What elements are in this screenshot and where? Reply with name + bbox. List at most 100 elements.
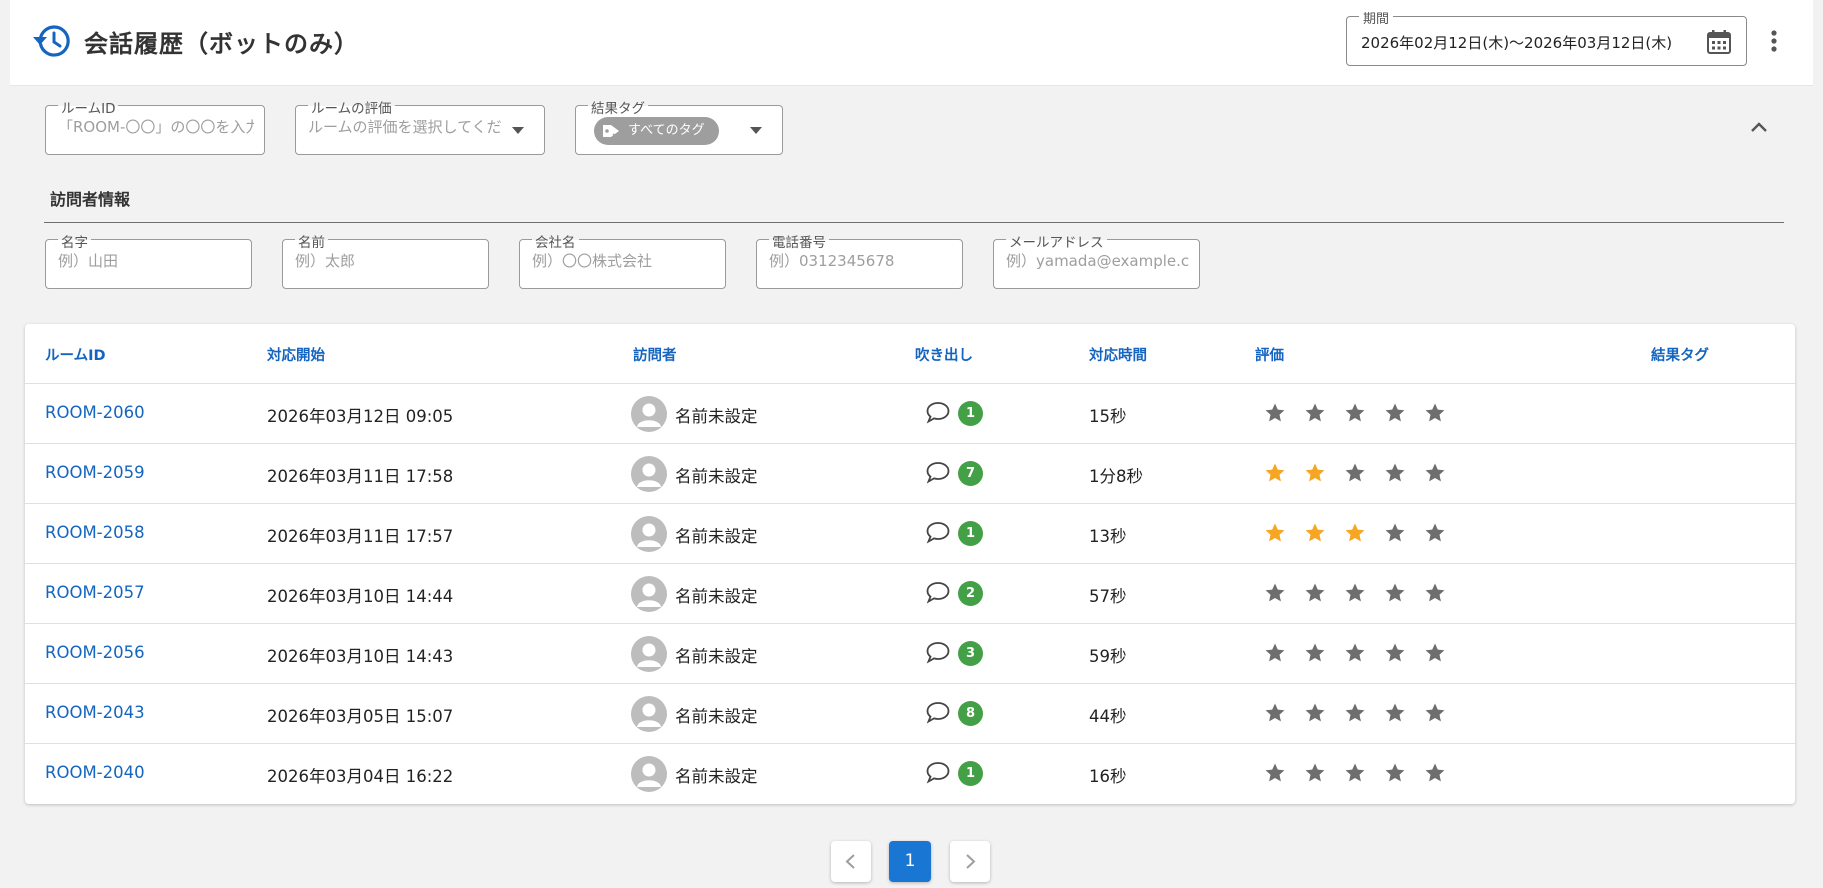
rating-label: ルームの評価 — [308, 97, 395, 117]
chevron-down-icon[interactable] — [750, 127, 762, 134]
phone-field[interactable]: 電話番号 — [756, 231, 963, 289]
star-icon[interactable] — [1383, 641, 1407, 665]
star-icon[interactable] — [1343, 581, 1367, 605]
star-icon[interactable] — [1423, 761, 1447, 785]
star-icon[interactable] — [1263, 701, 1287, 725]
calendar-icon[interactable] — [1706, 29, 1732, 55]
star-icon[interactable] — [1303, 641, 1327, 665]
start-time: 2026年03月11日 17:57 — [267, 527, 454, 546]
table-row[interactable]: ROOM-2040 2026年03月04日 16:22 名前未設定 1 16秒 — [25, 744, 1795, 804]
star-icon[interactable] — [1263, 581, 1287, 605]
table-row[interactable]: ROOM-2043 2026年03月05日 15:07 名前未設定 8 44秒 — [25, 684, 1795, 744]
email-field[interactable]: メールアドレス — [993, 231, 1200, 289]
room-id-link[interactable]: ROOM-2056 — [45, 643, 145, 662]
chat-bubble-icon — [926, 702, 950, 724]
star-icon[interactable] — [1383, 581, 1407, 605]
star-icon[interactable] — [1343, 641, 1367, 665]
page-1-button[interactable]: 1 — [889, 841, 931, 882]
person-avatar-icon — [631, 516, 667, 552]
star-icon[interactable] — [1303, 761, 1327, 785]
room-id-field[interactable]: ルームID — [45, 97, 265, 155]
last-name-input[interactable] — [58, 252, 241, 270]
star-icon[interactable] — [1263, 461, 1287, 485]
star-icon[interactable] — [1383, 521, 1407, 545]
star-icon[interactable] — [1263, 521, 1287, 545]
star-icon[interactable] — [1423, 521, 1447, 545]
start-time: 2026年03月04日 16:22 — [267, 767, 454, 786]
star-icon[interactable] — [1303, 461, 1327, 485]
duration: 1分8秒 — [1089, 467, 1143, 486]
room-id-link[interactable]: ROOM-2058 — [45, 523, 145, 542]
star-icon[interactable] — [1343, 401, 1367, 425]
first-name-input[interactable] — [295, 252, 478, 270]
col-bubbles[interactable]: 吹き出し — [915, 344, 973, 365]
chevron-right-icon — [966, 854, 976, 869]
col-rating[interactable]: 評価 — [1255, 344, 1284, 365]
bubble-count-badge: 1 — [958, 521, 983, 546]
person-avatar-icon — [631, 696, 667, 732]
star-icon[interactable] — [1343, 701, 1367, 725]
star-icon[interactable] — [1263, 761, 1287, 785]
phone-input[interactable] — [769, 252, 952, 270]
star-icon[interactable] — [1423, 461, 1447, 485]
star-icon[interactable] — [1343, 521, 1367, 545]
chevron-down-icon[interactable] — [512, 127, 524, 134]
star-icon[interactable] — [1423, 641, 1447, 665]
star-icon[interactable] — [1383, 761, 1407, 785]
email-input[interactable] — [1006, 252, 1189, 270]
visitor-name: 名前未設定 — [675, 647, 758, 666]
col-start[interactable]: 対応開始 — [267, 344, 325, 365]
star-icon[interactable] — [1383, 401, 1407, 425]
star-icon[interactable] — [1303, 521, 1327, 545]
rating-input[interactable] — [308, 118, 504, 136]
col-duration[interactable]: 対応時間 — [1089, 344, 1147, 365]
next-page-button[interactable] — [950, 841, 990, 882]
room-id-link[interactable]: ROOM-2059 — [45, 463, 145, 482]
company-input[interactable] — [532, 252, 715, 270]
star-icon[interactable] — [1423, 581, 1447, 605]
rating-select[interactable]: ルームの評価 — [295, 97, 545, 155]
header-bar: 会話履歴（ボットのみ） 期間 2026年02月12日(木)〜2026年03月12… — [10, 0, 1813, 86]
all-tags-chip[interactable]: すべてのタグ — [594, 117, 719, 145]
room-id-input[interactable] — [58, 118, 254, 136]
table-row[interactable]: ROOM-2060 2026年03月12日 09:05 名前未設定 1 15秒 — [25, 384, 1795, 444]
star-icon[interactable] — [1263, 401, 1287, 425]
table-row[interactable]: ROOM-2056 2026年03月10日 14:43 名前未設定 3 59秒 — [25, 624, 1795, 684]
table-row[interactable]: ROOM-2058 2026年03月11日 17:57 名前未設定 1 13秒 — [25, 504, 1795, 564]
prev-page-button[interactable] — [831, 841, 871, 882]
visitor-name: 名前未設定 — [675, 527, 758, 546]
star-icon[interactable] — [1303, 401, 1327, 425]
table-row[interactable]: ROOM-2059 2026年03月11日 17:58 名前未設定 7 1分8秒 — [25, 444, 1795, 504]
star-icon[interactable] — [1423, 701, 1447, 725]
room-id-link[interactable]: ROOM-2040 — [45, 763, 145, 782]
star-icon[interactable] — [1263, 641, 1287, 665]
chat-bubble-icon — [926, 522, 950, 544]
room-id-link[interactable]: ROOM-2043 — [45, 703, 145, 722]
star-icon[interactable] — [1343, 461, 1367, 485]
history-icon — [33, 25, 70, 57]
bubble-count-badge: 1 — [958, 401, 983, 426]
result-tag-select[interactable]: 結果タグ すべてのタグ — [575, 97, 783, 155]
more-vert-icon[interactable] — [1762, 27, 1786, 57]
chat-bubble-icon — [926, 462, 950, 484]
company-field[interactable]: 会社名 — [519, 231, 726, 289]
page: 会話履歴（ボットのみ） 期間 2026年02月12日(木)〜2026年03月12… — [10, 0, 1813, 888]
person-avatar-icon — [631, 456, 667, 492]
period-picker[interactable]: 期間 2026年02月12日(木)〜2026年03月12日(木) — [1346, 8, 1747, 66]
col-room-id[interactable]: ルームID — [45, 344, 106, 365]
first-name-field[interactable]: 名前 — [282, 231, 489, 289]
room-id-link[interactable]: ROOM-2057 — [45, 583, 145, 602]
chevron-up-icon[interactable] — [1747, 117, 1771, 137]
col-result-tag[interactable]: 結果タグ — [1651, 344, 1709, 365]
duration: 44秒 — [1089, 707, 1127, 726]
last-name-field[interactable]: 名字 — [45, 231, 252, 289]
star-icon[interactable] — [1383, 461, 1407, 485]
star-icon[interactable] — [1303, 581, 1327, 605]
room-id-link[interactable]: ROOM-2060 — [45, 403, 145, 422]
star-icon[interactable] — [1303, 701, 1327, 725]
col-visitor[interactable]: 訪問者 — [633, 344, 677, 365]
star-icon[interactable] — [1343, 761, 1367, 785]
star-icon[interactable] — [1383, 701, 1407, 725]
table-row[interactable]: ROOM-2057 2026年03月10日 14:44 名前未設定 2 57秒 — [25, 564, 1795, 624]
star-icon[interactable] — [1423, 401, 1447, 425]
